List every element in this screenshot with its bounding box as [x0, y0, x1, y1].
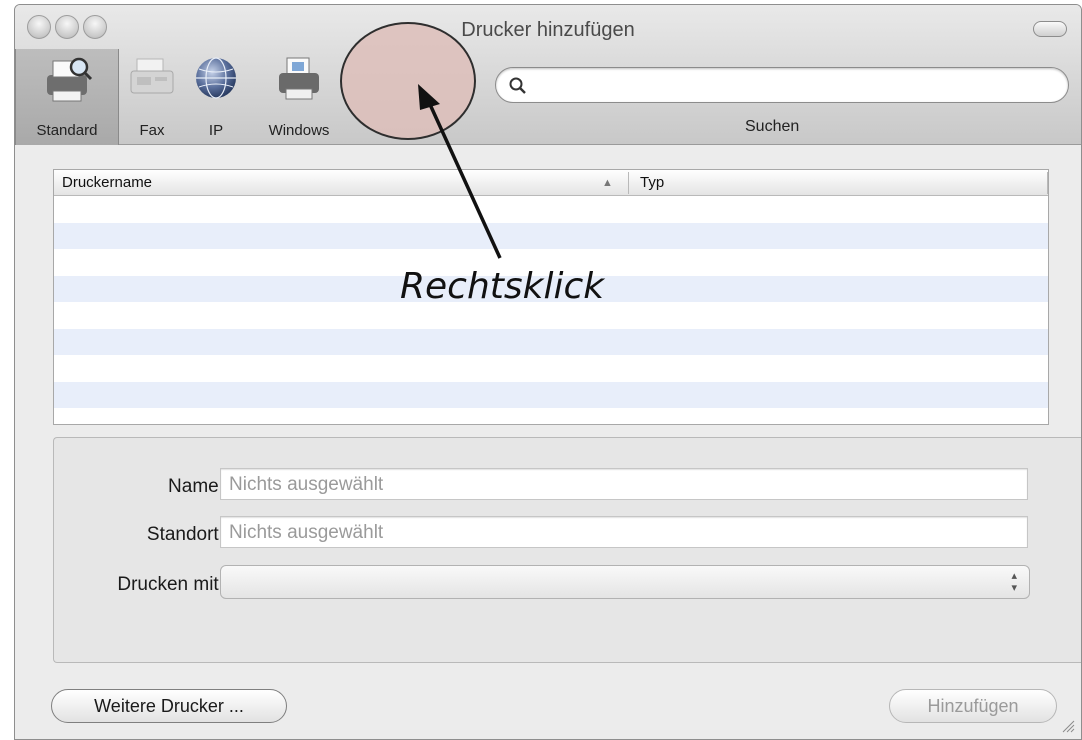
fax-icon — [130, 58, 174, 94]
toolbar-item-label: IP — [208, 122, 224, 139]
table-row[interactable] — [54, 381, 1048, 408]
search-input[interactable] — [534, 72, 1054, 98]
table-row[interactable] — [54, 196, 1048, 223]
globe-icon — [196, 57, 236, 99]
table-header: Druckername ▲ Typ — [54, 170, 1048, 196]
toolbar-item-label: Standard — [36, 122, 98, 139]
default-printer-icon — [47, 57, 93, 102]
table-row[interactable] — [54, 222, 1048, 249]
toolbar-item-standard[interactable]: Standard — [15, 49, 119, 145]
add-printer-window: Drucker hinzufügen Standard Fax IP Windo… — [14, 4, 1082, 740]
location-field[interactable]: Nichts ausgewählt — [220, 516, 1028, 548]
toolbar-item-windows[interactable]: Windows — [253, 49, 345, 145]
search-icon — [509, 77, 526, 94]
resize-grip-icon[interactable] — [1061, 719, 1075, 733]
search-field[interactable] — [495, 67, 1069, 103]
window-title: Drucker hinzufügen — [461, 19, 635, 41]
table-row[interactable] — [54, 328, 1048, 355]
print-with-select[interactable]: ▴ ▾ — [220, 565, 1030, 599]
printer-details-panel: Name: Nichts ausgewählt Standort: Nichts… — [53, 437, 1081, 663]
location-label: Standort: — [146, 524, 224, 545]
toolbar-item-fax[interactable]: Fax — [123, 49, 181, 145]
annotation-label: Rechtsklick — [400, 266, 605, 307]
column-header-type[interactable]: Typ — [640, 174, 664, 191]
annotation-highlight-circle — [340, 22, 476, 140]
windows-printer-icon — [279, 57, 319, 100]
toolbar-item-ip[interactable]: IP — [187, 49, 245, 145]
titlebar-toolbar: Drucker hinzufügen Standard Fax IP Windo… — [15, 5, 1081, 145]
more-printers-button[interactable]: Weitere Drucker ... — [51, 689, 287, 723]
toolbar-item-label: Windows — [268, 122, 330, 139]
toolbar-item-label: Fax — [139, 122, 165, 139]
column-header-printer-name[interactable]: Druckername — [62, 174, 152, 191]
sort-ascending-icon: ▲ — [602, 177, 613, 189]
search-label: Suchen — [745, 118, 800, 135]
name-label: Name: — [168, 476, 224, 497]
add-button[interactable]: Hinzufügen — [889, 689, 1057, 723]
updown-arrows-icon: ▴ ▾ — [1011, 570, 1017, 594]
table-row[interactable] — [54, 355, 1048, 382]
print-with-label: Drucken mit: — [117, 574, 224, 595]
toolbar-toggle-button[interactable] — [1033, 21, 1067, 37]
column-divider — [1047, 172, 1048, 194]
name-field[interactable]: Nichts ausgewählt — [220, 468, 1028, 500]
column-divider[interactable] — [628, 172, 629, 194]
